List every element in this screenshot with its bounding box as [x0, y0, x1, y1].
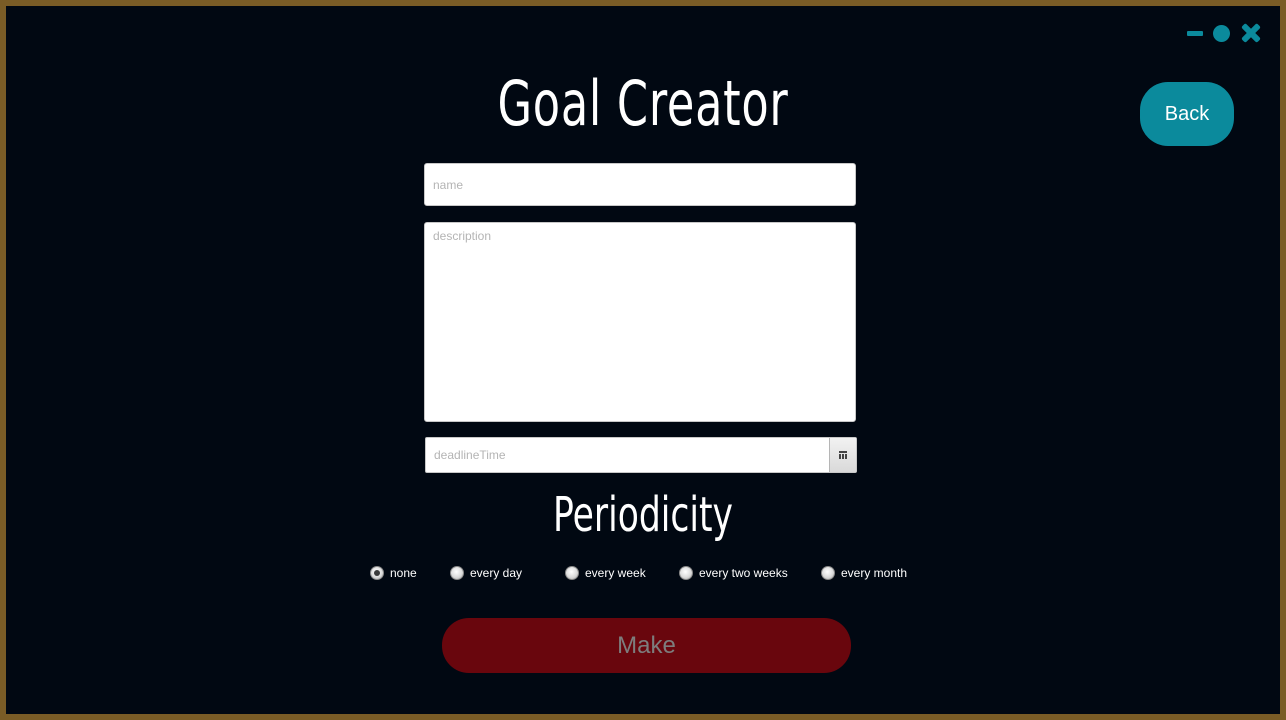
close-icon[interactable] [1240, 22, 1262, 44]
deadline-date-picker[interactable]: deadlineTime [425, 437, 857, 473]
maximize-icon[interactable] [1213, 24, 1230, 42]
name-placeholder: name [433, 178, 464, 192]
radio-every-two-weeks[interactable]: every two weeks [679, 565, 788, 581]
radio-none[interactable]: none [370, 565, 417, 581]
name-input[interactable]: name [424, 163, 856, 206]
radio-button[interactable] [565, 566, 579, 580]
page-title: Goal Creator [497, 67, 789, 140]
description-textarea[interactable]: description [424, 222, 856, 422]
deadline-placeholder: deadlineTime [434, 448, 506, 462]
radio-every-month[interactable]: every month [821, 565, 907, 581]
radio-every-day[interactable]: every day [450, 565, 522, 581]
app-window: Back Goal Creator name description deadl… [6, 6, 1280, 714]
radio-button[interactable] [370, 566, 384, 580]
make-button[interactable]: Make [442, 618, 851, 673]
radio-button[interactable] [821, 566, 835, 580]
description-placeholder: description [433, 229, 492, 243]
radio-label: none [390, 566, 417, 580]
radio-label: every two weeks [699, 566, 788, 580]
radio-label: every month [841, 566, 908, 580]
radio-label: every day [470, 566, 523, 580]
minimize-icon[interactable] [1187, 30, 1203, 36]
radio-label: every week [585, 566, 646, 580]
periodicity-title: Periodicity [553, 487, 733, 543]
radio-every-week[interactable]: every week [565, 565, 646, 581]
radio-button[interactable] [450, 566, 464, 580]
window-controls [1187, 22, 1262, 44]
calendar-button[interactable] [829, 438, 856, 472]
calendar-icon [839, 451, 847, 459]
radio-button[interactable] [679, 566, 693, 580]
back-button[interactable]: Back [1140, 82, 1234, 146]
